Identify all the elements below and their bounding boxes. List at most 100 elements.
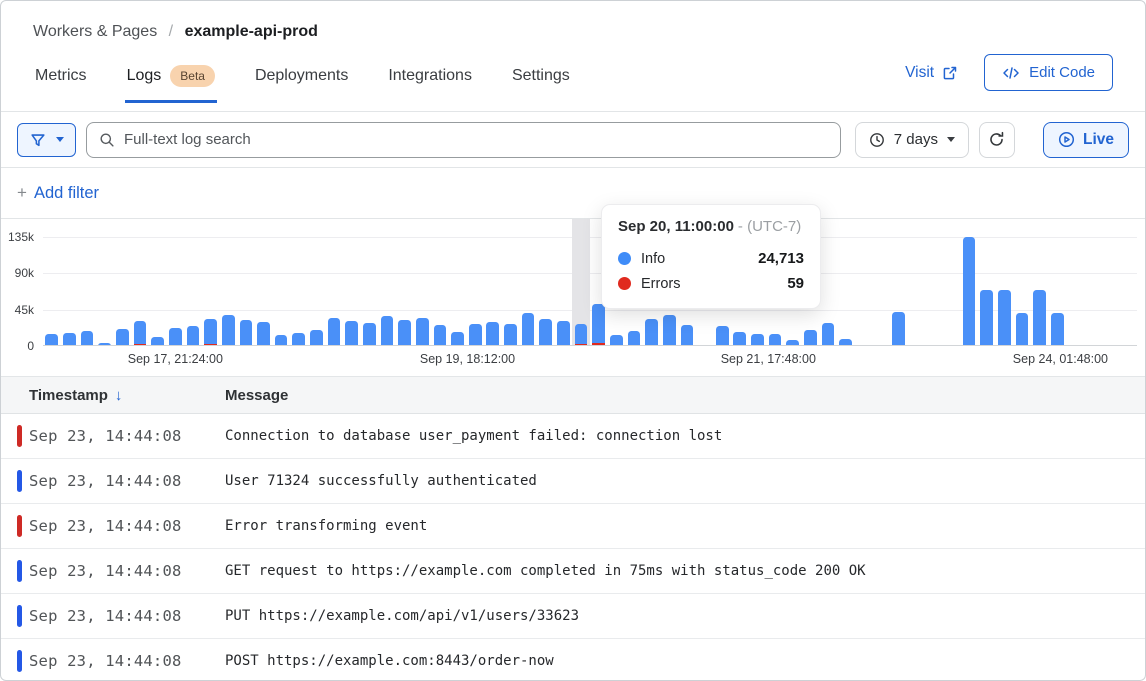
chart-bar (363, 323, 376, 346)
log-timestamp: Sep 23, 14:44:08 (29, 427, 225, 445)
time-range-select[interactable]: 7 days (855, 122, 969, 158)
chart-bar-slot[interactable] (1013, 237, 1031, 346)
tab-settings[interactable]: Settings (510, 53, 572, 103)
chart-bar-slot[interactable] (184, 237, 202, 346)
header-actions: Visit Edit Code (905, 54, 1113, 103)
log-level-indicator-info (17, 560, 22, 582)
log-table-header: Timestamp ↓ Message (1, 376, 1145, 414)
tab-row: Metrics LogsBeta Deployments Integrations Se… (33, 53, 1113, 103)
visit-link[interactable]: Visit (905, 64, 958, 82)
breadcrumb-workers-pages[interactable]: Workers & Pages (33, 23, 157, 40)
chart-bar-slot[interactable] (43, 237, 61, 346)
add-filter-button[interactable]: + Add filter (17, 183, 99, 203)
chart-bar-slot[interactable] (819, 237, 837, 346)
log-row[interactable]: Sep 23, 14:44:08Connection to database u… (1, 414, 1145, 459)
chart-bar-slot[interactable] (378, 237, 396, 346)
refresh-button[interactable] (979, 122, 1015, 158)
x-tick-label: Sep 21, 17:48:00 (721, 352, 816, 366)
chart-bar-slot (925, 237, 943, 346)
chart-bar-slot[interactable] (572, 237, 590, 346)
chart-bar-slot (943, 237, 961, 346)
chart-bar-slot[interactable] (114, 237, 132, 346)
chart-bar-slot[interactable] (272, 237, 290, 346)
filter-dropdown-button[interactable] (17, 123, 76, 157)
chart-bar-slot[interactable] (890, 237, 908, 346)
chart-bar-slot[interactable] (996, 237, 1014, 346)
visit-label: Visit (905, 64, 934, 82)
chart-bar-slot[interactable] (325, 237, 343, 346)
info-bar-segment (628, 331, 641, 346)
log-row[interactable]: Sep 23, 14:44:08Error transforming event (1, 504, 1145, 549)
info-bar-segment (892, 312, 905, 346)
chart-bar-slot[interactable] (255, 237, 273, 346)
tooltip-timestamp: Sep 20, 11:00:00 (618, 218, 734, 235)
log-level-indicator-error (17, 515, 22, 537)
info-bar-segment (328, 318, 341, 346)
chart-bar-slot[interactable] (978, 237, 996, 346)
tab-logs[interactable]: LogsBeta (125, 53, 217, 103)
filter-bar: 7 days Live (1, 112, 1145, 168)
chart-bar-slot[interactable] (290, 237, 308, 346)
tab-deployments[interactable]: Deployments (253, 53, 350, 103)
chart-bar-slot[interactable] (837, 237, 855, 346)
chart-bar-slot[interactable] (484, 237, 502, 346)
x-tick-label: Sep 17, 21:24:00 (128, 352, 223, 366)
info-bar-segment (980, 290, 993, 346)
chart-bar-slot[interactable] (202, 237, 220, 346)
chart-bar-slot[interactable] (1049, 237, 1067, 346)
info-bar-segment (539, 319, 552, 347)
chart-bar (1051, 313, 1064, 346)
chart-bar-slot[interactable] (537, 237, 555, 346)
chart-bar-slot[interactable] (361, 237, 379, 346)
chart-bar-slot[interactable] (78, 237, 96, 346)
chart-bar-slot (872, 237, 890, 346)
chart-x-axis: Sep 17, 21:24:00Sep 19, 18:12:00Sep 21, … (43, 352, 1137, 372)
chart-bar-slot[interactable] (219, 237, 237, 346)
info-bar-segment (434, 325, 447, 346)
chart-bar-slot[interactable] (1031, 237, 1049, 346)
edit-code-button[interactable]: Edit Code (984, 54, 1113, 91)
chart-bar-slot[interactable] (166, 237, 184, 346)
chart-bar-slot[interactable] (96, 237, 114, 346)
info-bar-segment (1016, 313, 1029, 346)
tab-metrics[interactable]: Metrics (33, 53, 89, 103)
chart-bar-slot[interactable] (237, 237, 255, 346)
search-input[interactable] (124, 131, 828, 148)
sort-descending-icon[interactable]: ↓ (115, 387, 123, 404)
log-row[interactable]: Sep 23, 14:44:08POST https://example.com… (1, 639, 1145, 681)
chart-bar-slot[interactable] (308, 237, 326, 346)
chart-bar-slot[interactable] (149, 237, 167, 346)
chart-bar-slot[interactable] (466, 237, 484, 346)
log-row[interactable]: Sep 23, 14:44:08PUT https://example.com/… (1, 594, 1145, 639)
breadcrumb-separator: / (169, 23, 173, 40)
chart-bar-slot[interactable] (519, 237, 537, 346)
info-bar-segment (486, 322, 499, 346)
chart-bar-slot[interactable] (555, 237, 573, 346)
info-bar-segment (1051, 313, 1064, 346)
breadcrumb-current-worker: example-api-prod (185, 23, 318, 40)
add-filter-label: Add filter (34, 184, 99, 203)
chart-bar-slot[interactable] (61, 237, 79, 346)
info-bar-segment (381, 316, 394, 346)
chart-bar-slot[interactable] (960, 237, 978, 346)
chart-bar (240, 320, 253, 346)
tooltip-series-value: 24,713 (758, 250, 804, 267)
search-icon (99, 132, 115, 148)
tooltip-rows: Info24,713Errors59 (618, 246, 804, 296)
timestamp-column-header[interactable]: Timestamp ↓ (29, 387, 225, 404)
chart-bar (681, 325, 694, 346)
info-bar-segment (469, 324, 482, 346)
chart-bar-slot[interactable] (131, 237, 149, 346)
message-column-header: Message (225, 387, 288, 404)
chart-bar-slot[interactable] (502, 237, 520, 346)
chart-bar-slot[interactable] (396, 237, 414, 346)
log-row[interactable]: Sep 23, 14:44:08User 71324 successfully … (1, 459, 1145, 504)
chart-bar-slot[interactable] (449, 237, 467, 346)
chart-bar-slot[interactable] (343, 237, 361, 346)
tab-integrations[interactable]: Integrations (386, 53, 474, 103)
info-bar-segment (592, 304, 605, 343)
chart-bar-slot[interactable] (413, 237, 431, 346)
log-row[interactable]: Sep 23, 14:44:08GET request to https://e… (1, 549, 1145, 594)
chart-bar-slot[interactable] (431, 237, 449, 346)
live-button[interactable]: Live (1043, 122, 1129, 158)
